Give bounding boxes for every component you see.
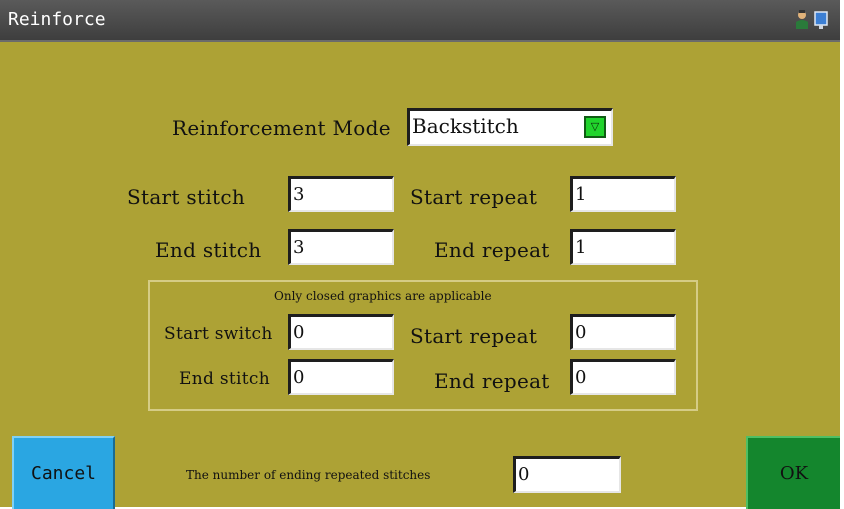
closed-end-stitch-input[interactable]: 0 bbox=[288, 359, 394, 395]
reinforce-dialog: Reinforce Reinforcement Mode Backstitch … bbox=[0, 0, 844, 509]
closed-end-repeat-label: End repeat bbox=[434, 369, 550, 393]
reinforcement-mode-select[interactable]: Backstitch ▽ bbox=[407, 108, 613, 146]
end-repeat-input[interactable]: 1 bbox=[570, 229, 676, 265]
reinforcement-mode-label: Reinforcement Mode bbox=[172, 116, 391, 140]
screen-icon bbox=[814, 11, 828, 29]
closed-start-repeat-input[interactable]: 0 bbox=[570, 314, 676, 350]
title-bar: Reinforce bbox=[0, 0, 840, 42]
cancel-button[interactable]: Cancel bbox=[12, 436, 115, 509]
reinforcement-mode-value: Backstitch bbox=[412, 114, 519, 138]
start-stitch-input[interactable]: 3 bbox=[288, 176, 394, 212]
ending-repeated-input[interactable]: 0 bbox=[513, 456, 621, 493]
ok-button[interactable]: OK bbox=[746, 436, 840, 509]
closed-start-repeat-label: Start repeat bbox=[410, 324, 538, 348]
user-icon bbox=[796, 10, 808, 29]
start-switch-label: Start switch bbox=[164, 324, 273, 344]
dropdown-arrow-icon[interactable]: ▽ bbox=[584, 116, 606, 138]
start-repeat-label: Start repeat bbox=[410, 185, 538, 209]
ending-repeated-label: The number of ending repeated stitches bbox=[186, 468, 431, 482]
start-repeat-input[interactable]: 1 bbox=[570, 176, 676, 212]
end-stitch-label: End stitch bbox=[155, 238, 262, 262]
closed-end-repeat-input[interactable]: 0 bbox=[570, 359, 676, 395]
end-stitch-input[interactable]: 3 bbox=[288, 229, 394, 265]
window-title: Reinforce bbox=[8, 9, 106, 30]
closed-graphics-caption: Only closed graphics are applicable bbox=[274, 289, 492, 303]
closed-end-stitch-label: End stitch bbox=[179, 369, 270, 389]
start-switch-input[interactable]: 0 bbox=[288, 314, 394, 350]
end-repeat-label: End repeat bbox=[434, 238, 550, 262]
start-stitch-label: Start stitch bbox=[127, 185, 246, 209]
